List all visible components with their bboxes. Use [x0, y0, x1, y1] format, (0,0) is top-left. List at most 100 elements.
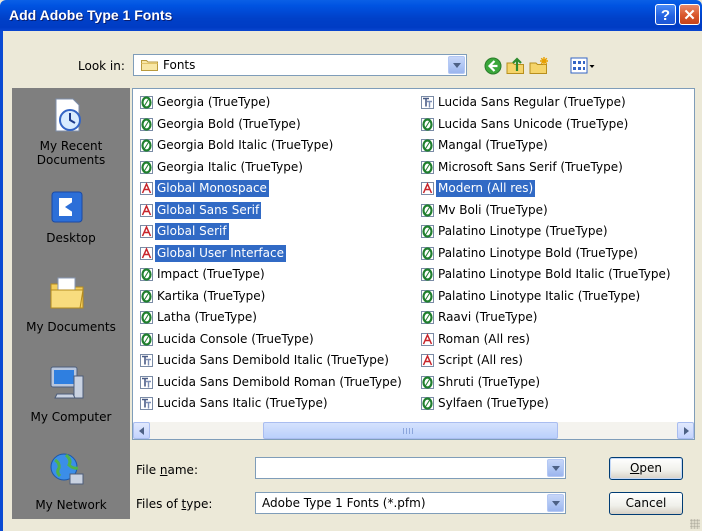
my-documents-icon [50, 277, 84, 309]
file-name-input[interactable] [255, 457, 566, 479]
opentype-font-icon [421, 311, 434, 324]
opentype-font-icon [421, 225, 434, 238]
file-item-name: Lucida Sans Italic (TrueType) [157, 396, 328, 410]
my-computer-icon [50, 366, 84, 399]
file-item-name: Global User Interface [155, 244, 286, 262]
file-item-name: Georgia Bold Italic (TrueType) [157, 138, 334, 152]
file-list[interactable]: Georgia (TrueType) Georgia Bold (TrueType… [132, 88, 695, 440]
opentype-font-icon [140, 96, 153, 109]
file-item-name: Script (All res) [438, 353, 523, 367]
opentype-font-icon [421, 289, 434, 303]
truetype-font-icon [140, 397, 153, 410]
opentype-font-icon [140, 117, 153, 131]
place-label: My Computer [30, 410, 112, 424]
title-bar[interactable]: Add Adobe Type 1 Fonts ? ✕ [0, 0, 702, 31]
file-item-name: Global Serif [155, 223, 229, 240]
dialog-title: Add Adobe Type 1 Fonts [9, 7, 173, 23]
open-button[interactable]: Open [609, 457, 683, 480]
file-item-name: Palatino Linotype Italic (TrueType) [438, 288, 641, 303]
file-item-name: Roman (All res) [438, 331, 530, 346]
file-item-name: Mangal (TrueType) [438, 138, 548, 152]
files-of-type-value: Adobe Type 1 Fonts (*.pfm) [262, 496, 426, 510]
opentype-font-icon [140, 160, 153, 174]
look-in-dropdown[interactable]: Fonts [133, 54, 467, 76]
look-in-value: Fonts [163, 58, 196, 72]
raster-font-icon [140, 246, 153, 260]
opentype-font-icon [140, 268, 153, 281]
file-item-name: Georgia Bold (TrueType) [157, 116, 301, 131]
look-in-label: Look in: [78, 59, 125, 73]
back-icon[interactable] [482, 56, 504, 76]
opentype-font-icon [140, 311, 153, 324]
raster-font-icon [421, 354, 434, 367]
truetype-font-icon [140, 354, 153, 367]
raster-font-icon [421, 182, 434, 195]
opentype-font-icon [421, 268, 434, 281]
file-item-name: Lucida Sans Demibold Roman (TrueType) [157, 374, 402, 389]
scroll-left-button[interactable] [133, 422, 150, 439]
close-button[interactable]: ✕ [679, 4, 700, 25]
file-item-name: Impact (TrueType) [157, 267, 265, 281]
file-item-name: Georgia Italic (TrueType) [157, 159, 303, 174]
help-button[interactable]: ? [655, 4, 676, 25]
raster-font-icon [140, 203, 153, 217]
file-item-name: Georgia (TrueType) [157, 95, 271, 109]
truetype-font-icon [421, 96, 434, 109]
opentype-font-icon [421, 375, 434, 389]
views-menu-icon[interactable] [570, 56, 596, 76]
opentype-font-icon [421, 160, 434, 174]
scroll-thumb[interactable] [263, 422, 558, 439]
place-label: My Documents [26, 320, 116, 334]
place-label: Desktop [46, 231, 96, 245]
file-name-dropdown-arrow[interactable] [547, 459, 564, 477]
file-item-name: Sylfaen (TrueType) [438, 396, 549, 410]
truetype-font-icon [140, 375, 153, 389]
folder-icon [141, 60, 158, 71]
resize-grip[interactable] [690, 519, 700, 529]
my-network-icon [50, 453, 84, 485]
desktop-icon [51, 191, 83, 223]
new-folder-icon[interactable] [528, 56, 550, 76]
place-label: My Recent Documents [36, 139, 106, 167]
file-item-name: Lucida Sans Unicode (TrueType) [438, 116, 629, 131]
opentype-font-icon [421, 117, 434, 131]
raster-font-icon [140, 225, 153, 238]
file-item-name: Kartika (TrueType) [157, 288, 266, 303]
file-item-name: Latha (TrueType) [157, 310, 257, 324]
opentype-font-icon [140, 332, 153, 346]
opentype-font-icon [421, 246, 434, 260]
file-item-name: Lucida Sans Regular (TrueType) [438, 95, 626, 109]
add-fonts-dialog: Add Adobe Type 1 Fonts ? ✕ Look in: Font… [0, 0, 702, 531]
file-item-name: Global Monospace [155, 180, 269, 197]
file-item-name: Palatino Linotype Bold (TrueType) [438, 245, 638, 260]
recent-documents-icon [55, 98, 81, 132]
files-of-type-dropdown-arrow[interactable] [547, 494, 564, 512]
horizontal-scrollbar[interactable] [133, 422, 694, 439]
opentype-font-icon [140, 139, 153, 152]
opentype-font-icon [140, 289, 153, 303]
raster-font-icon [421, 332, 434, 346]
window-border [0, 31, 3, 531]
file-item-name: Modern (All res) [436, 180, 536, 197]
file-name-label: File name: [136, 463, 198, 477]
file-item-name: Global Sans Serif [155, 201, 262, 219]
opentype-font-icon [421, 397, 434, 410]
file-item-name: Raavi (TrueType) [438, 310, 538, 324]
raster-font-icon [140, 182, 153, 195]
look-in-dropdown-arrow[interactable] [448, 56, 465, 74]
files-of-type-dropdown[interactable]: Adobe Type 1 Fonts (*.pfm) [255, 492, 566, 514]
opentype-font-icon [421, 203, 434, 217]
places-bar: My Recent Documents Desktop My Documents [12, 88, 130, 519]
up-folder-icon[interactable] [505, 56, 527, 76]
file-item-name: Microsoft Sans Serif (TrueType) [438, 159, 623, 174]
place-label: My Network [35, 498, 107, 512]
file-item-name: Lucida Console (TrueType) [157, 331, 314, 346]
file-item-name: Lucida Sans Demibold Italic (TrueType) [157, 353, 389, 367]
file-item-name: Mv Boli (TrueType) [438, 202, 548, 217]
scroll-right-button[interactable] [677, 422, 694, 439]
files-of-type-label: Files of type: [136, 497, 213, 511]
cancel-button[interactable]: Cancel [609, 492, 683, 515]
opentype-font-icon [421, 139, 434, 152]
file-item-name: Shruti (TrueType) [438, 374, 541, 389]
file-item-name: Palatino Linotype Bold Italic (TrueType) [438, 267, 671, 281]
